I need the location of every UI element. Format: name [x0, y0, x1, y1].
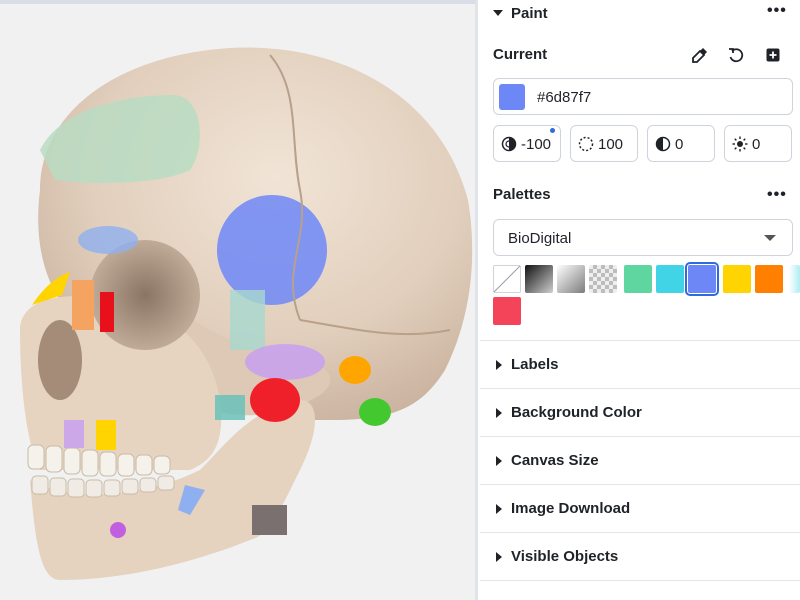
section-visible-objects[interactable]: Visible Objects — [480, 544, 800, 570]
frontal-highlight[interactable] — [40, 95, 200, 183]
condyle-grey[interactable] — [252, 505, 287, 535]
side-panel: Paint ••• Current #6d87f7 -100 100 0 0 P… — [480, 0, 800, 600]
brightness-field[interactable]: 0 — [724, 125, 792, 162]
palette-swatch-orange[interactable] — [755, 265, 783, 293]
palette-select[interactable]: BioDigital — [493, 219, 793, 256]
add-square-icon[interactable] — [763, 45, 783, 65]
current-title: Current — [493, 46, 548, 63]
chevron-down-icon — [764, 235, 776, 241]
section-label: Labels — [511, 356, 559, 373]
palette-select-value: BioDigital — [508, 230, 572, 247]
section-background-color[interactable]: Background Color — [480, 400, 800, 426]
chin-purple[interactable] — [110, 522, 126, 538]
section-label: Image Download — [511, 500, 631, 517]
teal-ramus[interactable] — [215, 395, 245, 420]
pterygoid-purple[interactable] — [245, 344, 325, 380]
modified-indicator — [550, 128, 555, 133]
more-horizontal-icon[interactable]: ••• — [767, 187, 787, 203]
contrast-icon — [501, 136, 517, 152]
section-label: Canvas Size — [511, 452, 599, 469]
section-divider — [480, 580, 800, 581]
nasal-red[interactable] — [100, 292, 114, 332]
shade-icon — [655, 136, 671, 152]
paint-title: Paint — [511, 5, 548, 22]
chevron-right-icon — [496, 456, 502, 466]
more-horizontal-icon[interactable]: ••• — [767, 3, 787, 19]
current-color-swatch[interactable] — [499, 84, 525, 110]
nasal-orange[interactable] — [72, 280, 94, 330]
styloid-orange[interactable] — [339, 356, 371, 384]
palette-swatch-light-gradient[interactable] — [557, 265, 585, 293]
section-label: Background Color — [511, 404, 642, 421]
opacity-icon — [578, 136, 594, 152]
eyedropper-icon[interactable] — [690, 45, 710, 65]
tooth-purple[interactable] — [64, 420, 84, 448]
chevron-down-icon[interactable] — [493, 10, 503, 16]
palette-swatch-red[interactable] — [493, 297, 521, 325]
contrast-field[interactable]: -100 — [493, 125, 561, 162]
panel-divider — [475, 0, 478, 600]
temporal-highlight[interactable] — [217, 195, 327, 305]
color-hex-field[interactable]: #6d87f7 — [493, 78, 793, 115]
skull-model[interactable] — [0, 0, 478, 600]
palette-swatch-green[interactable] — [624, 265, 652, 293]
opacity-value[interactable]: 100 — [598, 136, 623, 153]
brightness-icon — [732, 136, 748, 152]
palette-swatch-partial[interactable] — [789, 265, 800, 293]
palette-swatch-blue[interactable] — [685, 262, 719, 296]
shade-value[interactable]: 0 — [675, 136, 683, 153]
chevron-right-icon — [496, 552, 502, 562]
section-divider — [480, 484, 800, 485]
palettes-title: Palettes — [493, 186, 551, 203]
chevron-right-icon — [496, 504, 502, 514]
section-image-download[interactable]: Image Download — [480, 496, 800, 522]
mastoid-green[interactable] — [359, 398, 391, 426]
nasal-cavity — [38, 320, 82, 400]
brightness-value[interactable]: 0 — [752, 136, 760, 153]
reset-icon[interactable] — [726, 45, 746, 65]
section-canvas-size[interactable]: Canvas Size — [480, 448, 800, 474]
palette-swatch-yellow[interactable] — [723, 265, 751, 293]
chevron-right-icon — [496, 360, 502, 370]
contrast-value[interactable]: -100 — [521, 136, 551, 153]
section-divider — [480, 532, 800, 533]
color-hex-value[interactable]: #6d87f7 — [537, 89, 591, 106]
opacity-field[interactable]: 100 — [570, 125, 638, 162]
palette-swatch-checker[interactable] — [589, 265, 617, 293]
palette-swatch-dark-gradient[interactable] — [525, 265, 553, 293]
section-label: Visible Objects — [511, 548, 619, 565]
chevron-right-icon — [496, 408, 502, 418]
palette-swatch-none[interactable] — [493, 265, 521, 293]
section-divider — [480, 340, 800, 341]
tmj-red[interactable] — [250, 378, 300, 422]
tooth-yellow[interactable] — [96, 420, 116, 450]
section-divider — [480, 436, 800, 437]
section-labels[interactable]: Labels — [480, 352, 800, 378]
3d-viewport[interactable] — [0, 0, 478, 600]
sphenoid-highlight[interactable] — [230, 290, 265, 350]
shade-field[interactable]: 0 — [647, 125, 715, 162]
lacrimal-highlight[interactable] — [78, 226, 138, 254]
palette-swatch-cyan[interactable] — [656, 265, 684, 293]
section-divider — [480, 388, 800, 389]
paint-header[interactable]: Paint ••• — [480, 0, 800, 26]
